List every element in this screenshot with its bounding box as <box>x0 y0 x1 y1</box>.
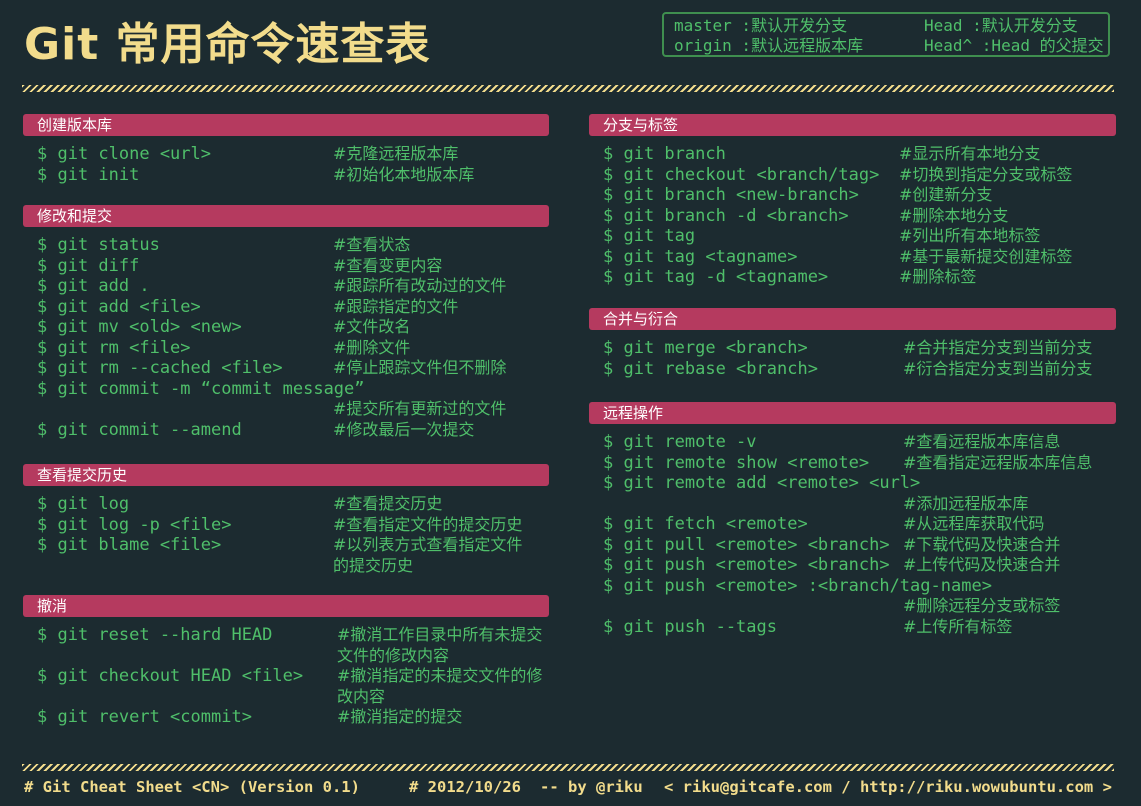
command-text: $ git status <box>37 235 160 255</box>
footer-version: # Git Cheat Sheet <CN> (Version 0.1) <box>24 778 360 796</box>
command-description: #以列表方式查看指定文件 <box>333 535 523 554</box>
section-header: 分支与标签 <box>589 114 1116 136</box>
command-text: $ git branch <box>603 144 726 164</box>
command-text: $ git tag <box>603 226 696 246</box>
command-text: $ git mv <old> <new> <box>37 317 242 337</box>
legend-head: Head :默认开发分支 <box>924 16 1078 35</box>
legend-master: master :默认开发分支 <box>674 16 848 35</box>
command-description: #跟踪指定的文件 <box>333 296 459 316</box>
command-text: $ git pull <remote> <branch> <box>603 534 890 555</box>
legend-box: master :默认开发分支 Head :默认开发分支 origin :默认远程… <box>662 12 1110 57</box>
legend-row: origin :默认远程版本库 Head^ :Head 的父提交 <box>674 36 1108 56</box>
command-description: 改内容 <box>337 686 386 706</box>
command-description: #文件改名 <box>333 317 411 336</box>
command-text: $ git remote show <remote> <box>603 452 870 473</box>
command-text: $ git remote -v <box>603 432 757 452</box>
command-text: $ git diff <box>37 255 140 276</box>
command-text: $ git tag <tagname> <box>603 246 798 267</box>
command-text: $ git log <box>37 494 130 514</box>
command-description: #上传所有标签 <box>903 616 1013 636</box>
command-description: #查看变更内容 <box>333 255 443 275</box>
command-description: #切换到指定分支或标签 <box>899 164 1073 184</box>
section-header: 远程操作 <box>589 402 1116 424</box>
command-description: #删除文件 <box>333 337 411 357</box>
command-description: #查看指定文件的提交历史 <box>333 514 523 534</box>
command-description: #撤消指定的未提交文件的修 <box>337 666 543 685</box>
command-description: #删除本地分支 <box>899 205 1009 225</box>
command-text: $ git checkout HEAD <file> <box>37 666 304 686</box>
command-description: #查看状态 <box>333 235 411 254</box>
command-text: $ git blame <file> <box>37 535 222 555</box>
section-header: 撤消 <box>23 595 549 617</box>
command-description: #衍合指定分支到当前分支 <box>903 358 1093 378</box>
footer-date: # 2012/10/26 <box>409 778 521 796</box>
command-description: #从远程库获取代码 <box>903 514 1045 533</box>
command-description: #创建新分支 <box>899 185 993 204</box>
legend-row: master :默认开发分支 Head :默认开发分支 <box>674 16 1108 36</box>
command-text: $ git branch -d <branch> <box>603 205 849 226</box>
section-header: 修改和提交 <box>23 205 549 227</box>
command-text: $ git add <file> <box>37 296 201 317</box>
footer-author: -- by @riku <box>540 778 643 796</box>
section-header: 查看提交历史 <box>23 464 549 486</box>
command-description: #显示所有本地分支 <box>899 144 1041 163</box>
command-description: #合并指定分支到当前分支 <box>903 338 1093 357</box>
command-description: #查看提交历史 <box>333 494 443 513</box>
command-text: $ git push --tags <box>603 616 777 637</box>
top-divider <box>22 85 1114 92</box>
command-description: #下载代码及快速合并 <box>903 534 1061 554</box>
command-text: $ git remote add <remote> <url> <box>603 473 921 493</box>
command-text: $ git merge <branch> <box>603 338 808 358</box>
command-description: #撤消工作目录中所有未提交 <box>337 625 543 644</box>
page-title: Git 常用命令速查表 <box>24 19 431 70</box>
section-header: 创建版本库 <box>23 114 549 136</box>
command-description: #列出所有本地标签 <box>899 226 1041 245</box>
command-text: $ git branch <new-branch> <box>603 185 859 205</box>
command-text: $ git rebase <branch> <box>603 358 818 379</box>
command-description: #添加远程版本库 <box>903 493 1029 513</box>
command-description: #初始化本地版本库 <box>333 164 475 184</box>
command-text: $ git push <remote> :<branch/tag-name> <box>603 575 992 596</box>
command-text: $ git tag -d <tagname> <box>603 267 829 287</box>
command-description: #查看远程版本库信息 <box>903 432 1061 451</box>
command-text: $ git add . <box>37 276 150 296</box>
command-description: #撤消指定的提交 <box>337 707 463 726</box>
command-description: #删除远程分支或标签 <box>903 596 1061 615</box>
footer-contact: < riku@gitcafe.com / http://riku.wowubun… <box>664 778 1112 796</box>
command-description: #提交所有更新过的文件 <box>333 399 507 418</box>
legend-origin: origin :默认远程版本库 <box>674 36 864 55</box>
command-description: #修改最后一次提交 <box>333 419 475 439</box>
command-text: $ git clone <url> <box>37 144 211 164</box>
command-text: $ git rm --cached <file> <box>37 358 283 378</box>
command-text: $ git init <box>37 164 140 185</box>
command-description: #克隆远程版本库 <box>333 144 459 163</box>
command-text: $ git fetch <remote> <box>603 514 808 534</box>
command-text: $ git commit -m “commit message” <box>37 378 365 399</box>
command-description: 的提交历史 <box>333 555 414 575</box>
command-description: #跟踪所有改动过的文件 <box>333 276 507 295</box>
command-text: $ git rm <file> <box>37 337 191 358</box>
bottom-divider <box>22 764 1114 771</box>
command-text: $ git revert <commit> <box>37 707 252 727</box>
command-description: #查看指定远程版本库信息 <box>903 452 1093 472</box>
command-text: $ git push <remote> <branch> <box>603 555 890 575</box>
command-text: $ git checkout <branch/tag> <box>603 164 880 185</box>
legend-head-parent: Head^ :Head 的父提交 <box>924 36 1104 55</box>
command-description: #停止跟踪文件但不删除 <box>333 358 507 377</box>
command-description: 文件的修改内容 <box>337 645 450 665</box>
command-description: #基于最新提交创建标签 <box>899 246 1073 266</box>
command-text: $ git reset --hard HEAD <box>37 625 273 645</box>
command-text: $ git commit --amend <box>37 419 242 440</box>
command-description: #删除标签 <box>899 267 977 286</box>
section-header: 合并与衍合 <box>589 308 1116 330</box>
command-text: $ git log -p <file> <box>37 514 232 535</box>
command-description: #上传代码及快速合并 <box>903 555 1061 574</box>
